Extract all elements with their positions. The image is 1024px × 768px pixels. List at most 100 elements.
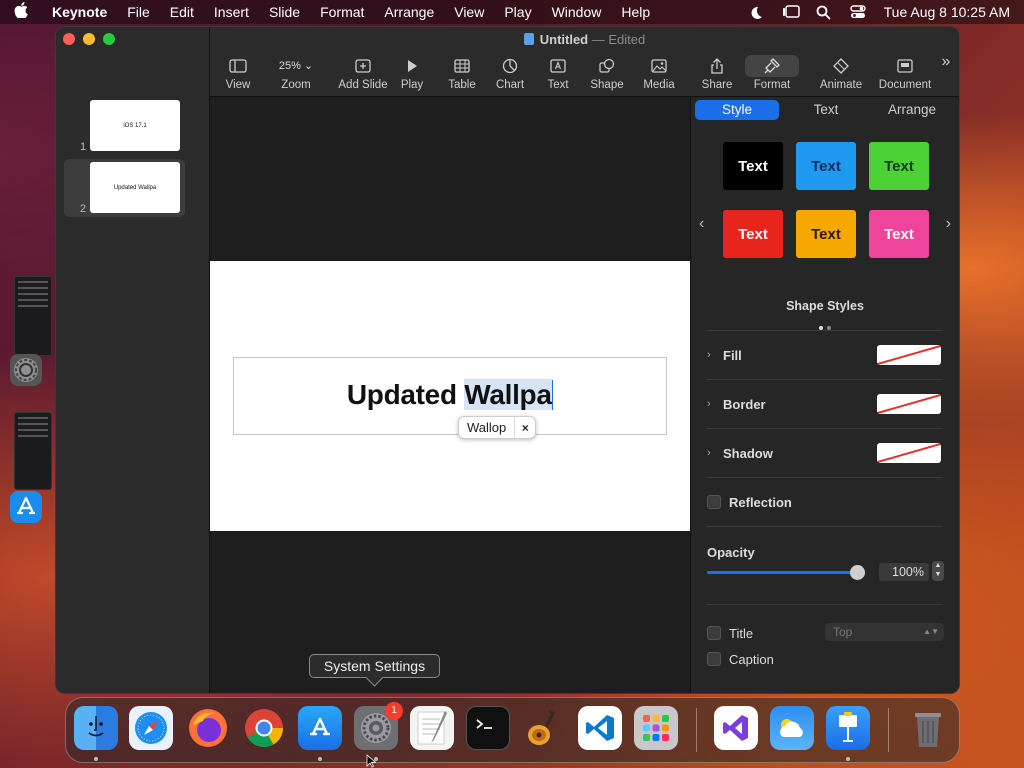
view-tool-button[interactable]: View bbox=[210, 57, 266, 91]
dock-weather-icon[interactable] bbox=[770, 706, 814, 750]
dock-keynote-icon[interactable] bbox=[826, 706, 870, 750]
document-icon bbox=[872, 57, 938, 75]
divider bbox=[707, 330, 943, 331]
toolbar-overflow-button[interactable]: » bbox=[934, 53, 958, 71]
dock-launchpad-icon[interactable] bbox=[634, 706, 678, 750]
menu-insert[interactable]: Insert bbox=[214, 4, 249, 20]
reflection-checkbox[interactable] bbox=[707, 495, 721, 509]
chart-tool-button[interactable]: Chart bbox=[486, 57, 534, 91]
chevron-right-icon[interactable]: › bbox=[707, 398, 723, 410]
table-tool-button[interactable]: Table bbox=[438, 57, 486, 91]
border-row[interactable]: › Border bbox=[707, 394, 943, 414]
close-window-button[interactable] bbox=[63, 33, 75, 45]
chevron-left-icon[interactable]: ‹ bbox=[699, 215, 704, 233]
dock-firefox-icon[interactable] bbox=[186, 706, 230, 750]
menu-arrange[interactable]: Arrange bbox=[384, 4, 434, 20]
opacity-value-field[interactable]: 100% bbox=[879, 563, 929, 581]
border-color-well[interactable] bbox=[877, 394, 941, 414]
dock-safari-icon[interactable] bbox=[129, 706, 173, 750]
apple-menu-icon[interactable] bbox=[14, 2, 34, 22]
dock-chrome-icon[interactable] bbox=[242, 706, 286, 750]
shape-style-pink[interactable]: Text bbox=[869, 210, 929, 258]
moon-icon[interactable] bbox=[748, 5, 764, 19]
tool-label: Shape bbox=[590, 79, 624, 91]
dock-vscode-icon[interactable] bbox=[578, 706, 622, 750]
dock-garageband-icon[interactable] bbox=[522, 706, 566, 750]
chevron-right-icon[interactable]: › bbox=[707, 349, 723, 361]
title-checkbox[interactable] bbox=[707, 626, 721, 640]
opacity-slider[interactable] bbox=[707, 565, 865, 580]
play-icon bbox=[390, 57, 434, 75]
shape-style-green[interactable]: Text bbox=[869, 142, 929, 190]
shape-styles-label: Shape Styles bbox=[786, 299, 864, 313]
slide-text-plain: Updated bbox=[346, 379, 465, 410]
menu-format[interactable]: Format bbox=[320, 4, 364, 20]
stage-window-thumbnail-2[interactable] bbox=[14, 412, 52, 490]
chevron-right-icon[interactable]: › bbox=[946, 215, 951, 233]
shape-tool-button[interactable]: Shape bbox=[582, 57, 632, 91]
sidebar-icon bbox=[210, 57, 266, 75]
menu-window[interactable]: Window bbox=[552, 4, 602, 20]
menu-play[interactable]: Play bbox=[504, 4, 531, 20]
menu-file[interactable]: File bbox=[127, 4, 150, 20]
opacity-slider-knob[interactable] bbox=[850, 565, 865, 580]
text-tool-button[interactable]: Text bbox=[534, 57, 582, 91]
play-tool-button[interactable]: Play bbox=[390, 57, 434, 91]
shape-style-red[interactable]: Text bbox=[723, 210, 783, 258]
stage-app-store-icon[interactable] bbox=[10, 491, 42, 523]
add-slide-tool-button[interactable]: Add Slide bbox=[330, 57, 396, 91]
shape-style-orange[interactable]: Text bbox=[796, 210, 856, 258]
dock-textedit-icon[interactable] bbox=[410, 706, 454, 750]
menu-help[interactable]: Help bbox=[621, 4, 650, 20]
dock-terminal-icon[interactable] bbox=[466, 706, 510, 750]
slide-title-text[interactable]: Updated Wallpa bbox=[234, 379, 666, 411]
format-inspector: Style Text Arrange ‹ › Text Text Text Te… bbox=[690, 97, 959, 693]
tool-label: Animate bbox=[819, 79, 863, 91]
close-icon[interactable]: × bbox=[515, 421, 535, 435]
opacity-stepper[interactable]: ▲ ▼ bbox=[932, 561, 944, 581]
dock-app-store-icon[interactable] bbox=[298, 706, 342, 750]
menu-view[interactable]: View bbox=[454, 4, 484, 20]
animate-tool-button[interactable]: Animate bbox=[806, 57, 876, 91]
dock-system-settings-icon[interactable]: 1 bbox=[354, 702, 403, 750]
spotlight-search-icon[interactable] bbox=[816, 5, 832, 20]
stage-window-thumbnail[interactable] bbox=[14, 276, 52, 356]
slide-thumbnail-2[interactable]: 2 Updated Wallpa bbox=[64, 159, 185, 217]
title-position-select[interactable]: Top ▲▼ bbox=[825, 623, 944, 641]
menu-clock[interactable]: Tue Aug 8 10:25 AM bbox=[884, 4, 1010, 20]
shape-style-black[interactable]: Text bbox=[723, 142, 783, 190]
dock-trash-icon[interactable] bbox=[906, 706, 950, 750]
reflection-label: Reflection bbox=[729, 494, 792, 510]
share-tool-button[interactable]: Share bbox=[686, 57, 748, 91]
menu-edit[interactable]: Edit bbox=[170, 4, 194, 20]
control-center-icon[interactable] bbox=[849, 5, 866, 19]
tab-style[interactable]: Style bbox=[695, 100, 779, 120]
zoom-window-button[interactable] bbox=[103, 33, 115, 45]
menu-slide[interactable]: Slide bbox=[269, 4, 300, 20]
media-tool-button[interactable]: Media bbox=[632, 57, 686, 91]
chevron-right-icon[interactable]: › bbox=[707, 447, 723, 459]
format-tool-button[interactable]: Format bbox=[742, 55, 802, 91]
caption-checkbox[interactable] bbox=[707, 652, 721, 666]
running-indicator bbox=[318, 757, 322, 761]
stage-settings-app-icon[interactable] bbox=[10, 354, 42, 386]
tool-label: View bbox=[225, 79, 251, 91]
app-menu[interactable]: Keynote bbox=[52, 4, 107, 20]
document-tool-button[interactable]: Document bbox=[872, 57, 938, 91]
minimize-window-button[interactable] bbox=[83, 33, 95, 45]
tab-arrange[interactable]: Arrange bbox=[869, 100, 955, 120]
dock-finder-icon[interactable] bbox=[74, 706, 118, 750]
stage-manager-icon[interactable] bbox=[782, 5, 800, 19]
tab-text[interactable]: Text bbox=[783, 100, 869, 120]
autocorrect-suggestion[interactable]: Wallop bbox=[459, 417, 516, 438]
slide-thumbnail-1[interactable]: 1 iOS 17.1 bbox=[64, 97, 185, 155]
dock-visual-studio-icon[interactable] bbox=[714, 706, 758, 750]
fill-row[interactable]: › Fill bbox=[707, 345, 943, 365]
title-text-box[interactable]: Updated Wallpa bbox=[233, 357, 667, 435]
document-name[interactable]: Untitled bbox=[540, 32, 588, 47]
shadow-color-well[interactable] bbox=[877, 443, 941, 463]
fill-color-well[interactable] bbox=[877, 345, 941, 365]
shadow-row[interactable]: › Shadow bbox=[707, 443, 943, 463]
zoom-tool-button[interactable]: 25% ⌄ Zoom bbox=[268, 57, 324, 91]
shape-style-blue[interactable]: Text bbox=[796, 142, 856, 190]
